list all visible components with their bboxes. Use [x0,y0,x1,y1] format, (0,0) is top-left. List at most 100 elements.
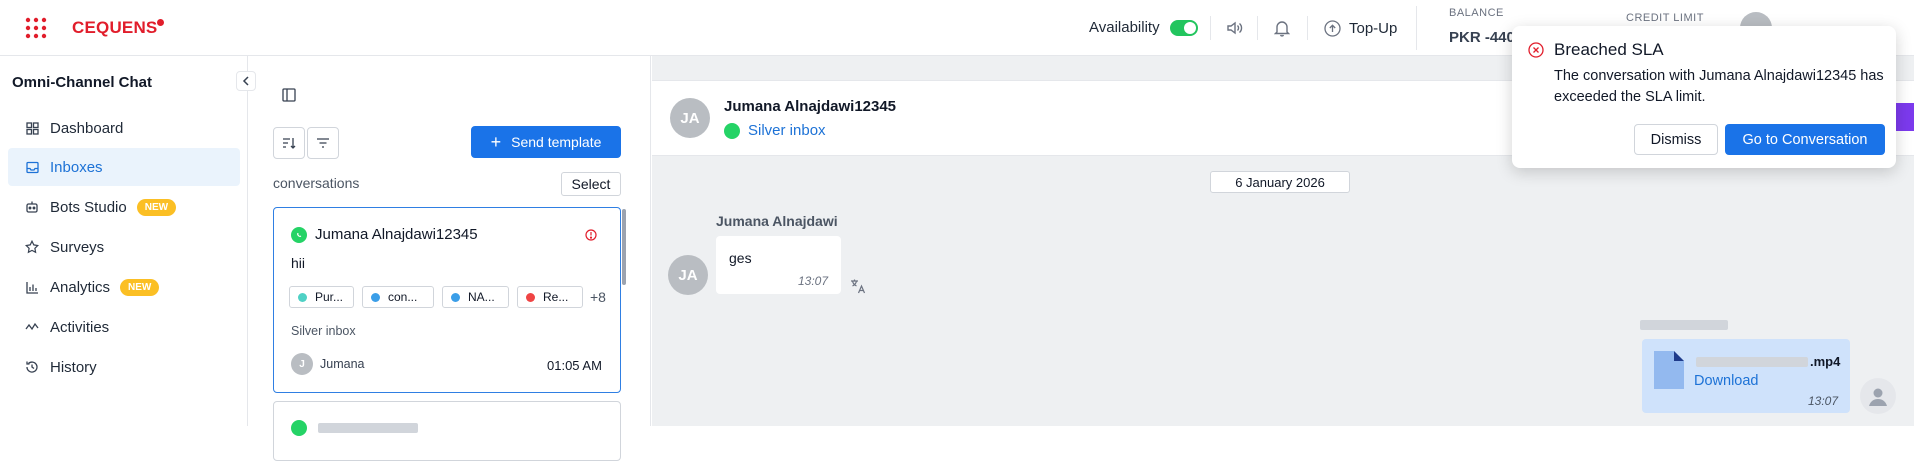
redacted-sender [1640,320,1728,330]
message-preview: hii [291,255,306,271]
grid-icon [24,120,40,136]
tag-label: Re... [543,290,569,304]
collapse-sidebar-button[interactable] [236,71,256,91]
inbox-icon [24,159,40,175]
sender-name: Jumana Alnajdawi [716,213,838,229]
contact-name: Jumana Alnajdawi12345 [724,98,897,115]
file-icon [1652,349,1686,396]
whatsapp-icon [291,420,307,436]
conversation-card[interactable] [273,401,621,461]
topup-button[interactable]: Top-Up [1324,17,1397,39]
conversations-heading: conversations [273,175,360,191]
sla-breach-toast: Breached SLA The conversation with Juman… [1512,26,1896,168]
tag-dot [371,292,380,302]
sidebar-item-label: Inboxes [50,158,103,176]
tag-dot [526,292,535,302]
go-to-conversation-button[interactable]: Go to Conversation [1725,124,1885,155]
agent-avatar [1860,378,1896,414]
date-divider: 6 January 2026 [1210,171,1350,193]
inbox-link[interactable]: Silver inbox [724,122,826,139]
error-circle-icon [1528,42,1544,63]
new-badge: NEW [120,278,160,296]
sort-button[interactable] [273,127,305,159]
history-icon [24,359,40,375]
translate-icon[interactable] [850,278,866,299]
file-message: .mp4 Download 13:07 [1642,339,1850,413]
contact-name: Jumana Alnajdawi12345 [315,226,478,243]
sla-warning-icon [585,228,597,246]
filter-button[interactable] [307,127,339,159]
availability-label: Availability [1089,19,1160,36]
toast-title: Breached SLA [1554,40,1664,59]
bell-icon[interactable] [1273,19,1291,42]
sender-avatar: JA [668,255,708,295]
whatsapp-icon [724,122,740,139]
sidebar-item-bots-studio[interactable]: Bots Studio NEW [8,188,240,226]
divider [1416,6,1417,50]
sidebar-item-label: Dashboard [50,119,124,137]
tag-dot [451,292,460,302]
tag-label: Pur... [315,290,344,304]
sidebar-item-history[interactable]: History [8,348,240,386]
balance-label: BALANCE [1449,7,1504,19]
whatsapp-icon [291,226,307,243]
availability-toggle[interactable] [1170,20,1198,36]
sidebar-item-dashboard[interactable]: Dashboard [8,109,240,147]
send-template-label: Send template [511,134,602,150]
sidebar-item-label: Bots Studio [50,198,127,216]
apps-grid-icon[interactable] [25,17,47,39]
balance-value: PKR -440 [1449,29,1515,46]
sidebar-item-inboxes[interactable]: Inboxes [8,148,240,186]
topup-label: Top-Up [1349,19,1398,37]
send-template-button[interactable]: + Send template [471,126,621,158]
message-time: 13:07 [798,274,829,288]
tag-label: NA... [468,290,495,304]
plus-icon: + [490,132,502,152]
star-icon [24,239,40,255]
arrow-up-circle-icon [1324,19,1341,37]
sort-icon [283,138,296,149]
sidebar-item-activities[interactable]: Activities [8,308,240,346]
bot-icon [24,199,40,215]
sidebar-item-label: History [50,358,97,376]
download-link[interactable]: Download [1694,373,1759,389]
tag-dot [298,292,307,302]
message-bubble: ges 13:07 [716,236,841,294]
sidebar: Omni-Channel Chat Dashboard Inboxes Bots… [0,56,248,426]
inbox-name: Silver inbox [291,324,356,338]
dismiss-button[interactable]: Dismiss [1634,124,1718,155]
toast-message: The conversation with Jumana Alnajdawi12… [1554,68,1884,105]
tag-label: con... [388,290,418,304]
inbox-label: Silver inbox [748,122,826,139]
contact-avatar: JA [670,98,710,138]
tag-chip[interactable]: NA... [442,286,509,308]
select-button[interactable]: Select [561,172,621,196]
conversation-time: 01:05 AM [547,358,602,373]
agent-info: J Jumana [291,353,364,375]
speaker-icon[interactable] [1225,19,1243,42]
conversation-list-panel: + Send template conversations Select Jum… [249,56,651,461]
sidebar-item-analytics[interactable]: Analytics NEW [8,268,240,306]
new-badge: NEW [136,198,177,216]
tag-chip[interactable]: Re... [517,286,583,308]
conversation-card[interactable]: Jumana Alnajdawi12345 hii Pur... con... … [273,207,621,393]
list-scrollbar[interactable] [622,209,626,285]
divider [1210,16,1211,40]
filter-icon [317,138,329,148]
message-text: ges [729,250,752,266]
tag-chip[interactable]: con... [362,286,434,308]
sidebar-item-surveys[interactable]: Surveys [8,228,240,266]
tag-chip[interactable]: Pur... [289,286,354,308]
card-header: Jumana Alnajdawi12345 [291,226,478,243]
redacted-name [318,423,418,433]
sidebar-item-label: Activities [50,318,110,336]
bar-chart-icon [24,279,40,295]
divider [1257,16,1258,40]
more-tags-count[interactable]: +8 [590,289,606,305]
redacted-filename [1696,357,1808,367]
file-time: 13:07 [1808,394,1839,408]
panel-toggle-icon[interactable] [282,88,296,102]
file-extension: .mp4 [1810,354,1841,369]
sidebar-item-label: Analytics [50,278,111,296]
brand-logo: CEQUENS [72,18,158,37]
